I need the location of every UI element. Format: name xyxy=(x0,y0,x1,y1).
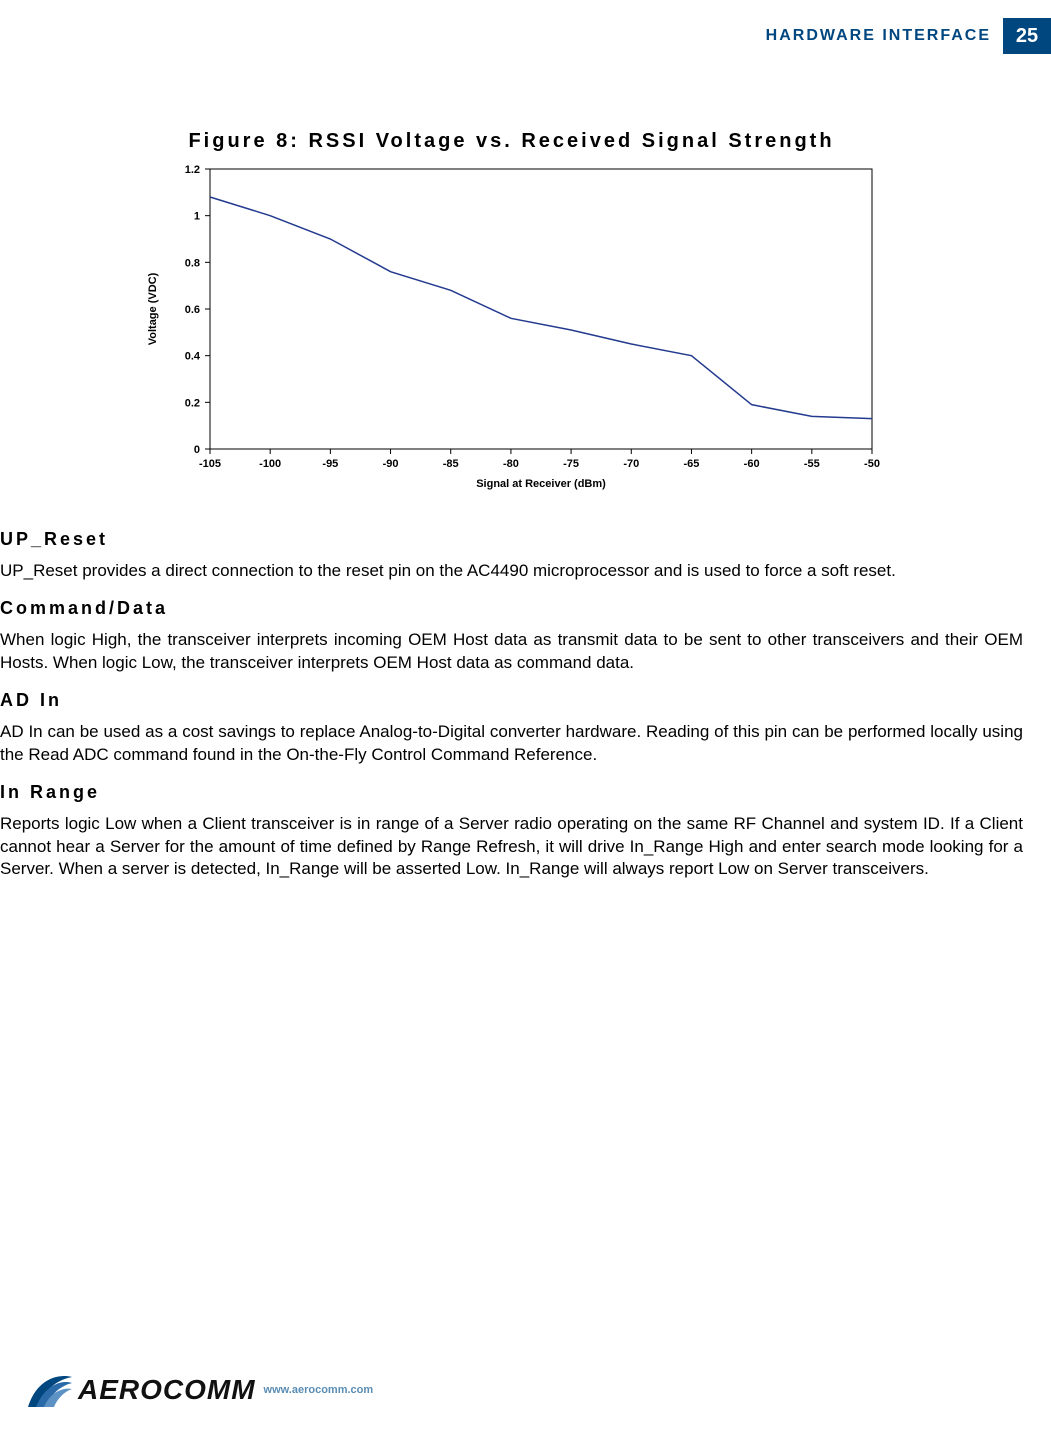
x-tick-label: -70 xyxy=(623,458,639,470)
y-tick-label: 1.2 xyxy=(184,164,199,176)
y-tick-label: 0.6 xyxy=(184,304,199,316)
x-tick-label: -100 xyxy=(259,458,281,470)
chart-svg: 0 0.2 0.4 0.6 0.8 1 1.2 -105 -100 -95 -90 -85 -80 -75… xyxy=(132,159,892,499)
header-title: HARDWARE INTERFACE xyxy=(766,27,991,45)
section: In Range Reports logic Low when a Client … xyxy=(0,782,1023,880)
x-tick-label: -75 xyxy=(563,458,579,470)
logo-swirl-icon xyxy=(26,1371,74,1409)
x-axis-label: Signal at Receiver (dBm) xyxy=(476,478,606,490)
section-heading: UP_Reset xyxy=(0,529,1023,550)
y-axis-label: Voltage (VDC) xyxy=(147,272,159,345)
y-tick-label: 0.8 xyxy=(184,257,199,269)
section: Command/Data When logic High, the transce… xyxy=(0,598,1023,674)
figure-caption: Figure 8: RSSI Voltage vs. Received Sign… xyxy=(0,130,1023,153)
x-tick-label: -80 xyxy=(502,458,518,470)
section-heading: AD In xyxy=(0,690,1023,711)
section-body: When logic High, the transceiver interpr… xyxy=(0,629,1023,674)
section-body: Reports logic Low when a Client transcei… xyxy=(0,813,1023,880)
logo-text: AEROCOMM xyxy=(78,1374,256,1406)
x-tick-label: -65 xyxy=(683,458,699,470)
y-tick-label: 1 xyxy=(193,211,199,223)
chart-container: 0 0.2 0.4 0.6 0.8 1 1.2 -105 -100 -95 -90 -85 -80 -75… xyxy=(132,159,892,499)
page-number-badge: 25 xyxy=(1003,18,1051,54)
footer: AEROCOMM www.aerocomm.com xyxy=(26,1371,373,1409)
x-tick-label: -55 xyxy=(803,458,819,470)
logo: AEROCOMM xyxy=(26,1371,256,1409)
footer-url: www.aerocomm.com xyxy=(264,1384,374,1396)
y-tick-label: 0.4 xyxy=(184,351,200,363)
x-tick-label: -85 xyxy=(442,458,458,470)
x-tick-label: -60 xyxy=(743,458,759,470)
section-heading: Command/Data xyxy=(0,598,1023,619)
section-body: UP_Reset provides a direct connection to… xyxy=(0,560,1023,582)
chart-line xyxy=(210,197,872,419)
section-body: AD In can be used as a cost savings to r… xyxy=(0,721,1023,766)
section-heading: In Range xyxy=(0,782,1023,803)
x-tick-label: -90 xyxy=(382,458,398,470)
section: AD In AD In can be used as a cost savings… xyxy=(0,690,1023,766)
section: UP_Reset UP_Reset provides a direct conne… xyxy=(0,529,1023,582)
y-tick-label: 0 xyxy=(193,444,199,456)
x-tick-label: -95 xyxy=(322,458,338,470)
x-tick-label: -105 xyxy=(198,458,220,470)
x-tick-label: -50 xyxy=(864,458,880,470)
y-tick-label: 0.2 xyxy=(184,397,199,409)
